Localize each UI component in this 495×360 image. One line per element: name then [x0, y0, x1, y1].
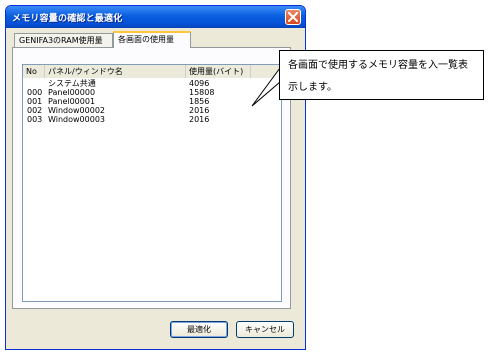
row-no: 002 [27, 106, 43, 115]
dialog-title: メモリ容量の確認と最適化 [12, 13, 123, 24]
row-no: 003 [27, 115, 43, 124]
optimize-button[interactable]: 最適化 [170, 321, 228, 338]
tab-label: 各画面の使用量 [118, 35, 174, 44]
tab-label: GENIFA3のRAM使用量 [19, 36, 103, 45]
row-name: システム共通 [48, 79, 96, 88]
close-button[interactable] [285, 9, 301, 25]
callout-text: 各画面で使用するメモリ容量を入一覧表示します。 [288, 60, 468, 93]
row-size: 15808 [189, 88, 215, 97]
row-size: 4096 [189, 79, 210, 88]
row-name: Window00002 [48, 106, 105, 115]
tab-screen-usage[interactable]: 各画面の使用量 [113, 31, 191, 48]
row-no: 000 [27, 88, 43, 97]
close-icon [288, 12, 298, 22]
row-no: 001 [27, 97, 43, 106]
list-item[interactable]: 000 Panel00000 15808 [23, 88, 281, 97]
memory-list[interactable]: No パネル/ウィンドウ名 使用量(バイト) システム共通 4096 000 P… [22, 64, 283, 302]
callout-tail [251, 68, 281, 107]
callout-box: 各画面で使用するメモリ容量を入一覧表示します。 [279, 50, 484, 100]
list-item[interactable]: システム共通 4096 [23, 79, 281, 88]
list-item[interactable]: 002 Window00002 2016 [23, 106, 281, 115]
list-header: No パネル/ウィンドウ名 使用量(バイト) [23, 65, 283, 78]
list-item[interactable]: 001 Panel00001 1856 [23, 97, 281, 106]
row-size: 2016 [189, 115, 210, 124]
list-body: システム共通 4096 000 Panel00000 15808 001 Pan… [23, 79, 281, 124]
column-header-size[interactable]: 使用量(バイト) [186, 65, 251, 78]
column-header-no[interactable]: No [23, 65, 45, 78]
row-name: Window00003 [48, 115, 105, 124]
row-size: 1856 [189, 97, 210, 106]
tab-genifa3-ram[interactable]: GENIFA3のRAM使用量 [14, 33, 113, 47]
row-size: 2016 [189, 106, 210, 115]
list-item[interactable]: 003 Window00003 2016 [23, 115, 281, 124]
row-name: Panel00000 [48, 88, 96, 97]
title-bar[interactable]: メモリ容量の確認と最適化 [6, 6, 305, 28]
column-header-name[interactable]: パネル/ウィンドウ名 [45, 65, 186, 78]
row-name: Panel00001 [48, 97, 96, 106]
cancel-button[interactable]: キャンセル [236, 321, 294, 338]
